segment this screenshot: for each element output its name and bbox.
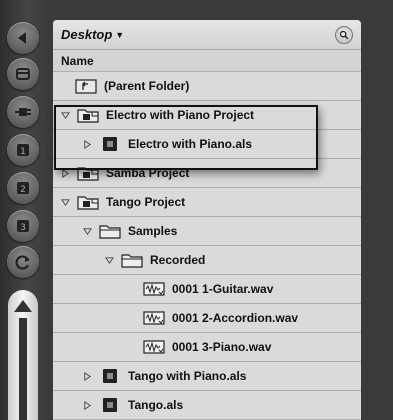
list-item-label: Tango.als [128,398,184,412]
list-item[interactable]: Recorded [53,246,361,275]
location-chooser[interactable]: Desktop [61,27,112,42]
list-item[interactable]: 0001 1-Guitar.wav [53,275,361,304]
project-folder-icon [77,165,99,181]
list-item[interactable]: Tango with Piano.als [53,362,361,391]
list-item-label: Samba Project [106,166,190,180]
collapsed-triangle-icon[interactable] [80,137,94,151]
audio-file-icon [143,310,165,326]
list-item[interactable]: Samba Project [53,159,361,188]
places-2-icon[interactable]: 2 [7,172,39,204]
live-set-icon [99,397,121,413]
expanded-triangle-icon[interactable] [80,224,94,238]
back-icon[interactable] [7,22,39,54]
file-list: (Parent Folder) Electro with Piano Projec… [53,72,361,420]
places-1-icon[interactable]: 1 [7,134,39,166]
expanded-triangle-icon[interactable] [58,195,72,209]
location-bar: Desktop ▼ [53,20,361,50]
list-item-label: Electro with Piano Project [106,108,255,122]
name-column-header[interactable]: Name [53,50,361,72]
refresh-icon[interactable] [7,246,39,278]
project-folder-icon [77,107,99,123]
live-set-icon [99,136,121,152]
list-item-label: 0001 1-Guitar.wav [172,282,274,296]
expanded-triangle-icon[interactable] [102,253,116,267]
list-item-label: (Parent Folder) [104,79,190,93]
list-item-label: Samples [128,224,178,238]
list-item[interactable]: Electro with Piano Project [53,101,361,130]
expanded-triangle-icon[interactable] [58,108,72,122]
list-item-label: Recorded [150,253,206,267]
list-item[interactable]: (Parent Folder) [53,72,361,101]
list-item-label: Electro with Piano.als [128,137,253,151]
plugin-icon[interactable] [7,96,39,128]
parent-folder-icon [75,78,97,94]
list-item[interactable]: Tango.als [53,391,361,420]
places-3-icon[interactable]: 3 [7,210,39,242]
hide-icon[interactable] [7,58,39,90]
list-item-label: 0001 3-Piano.wav [172,340,272,354]
file-browser: Desktop ▼ Name (Parent Folder) Electro wi… [53,20,361,420]
svg-text:3: 3 [20,223,26,233]
list-item-label: Tango with Piano.als [128,369,247,383]
list-item[interactable]: 0001 3-Piano.wav [53,333,361,362]
scroll-up-icon[interactable] [14,300,32,312]
collapsed-triangle-icon[interactable] [58,166,72,180]
svg-text:1: 1 [20,147,26,157]
list-item[interactable]: Tango Project [53,188,361,217]
search-icon[interactable] [335,25,353,44]
svg-text:2: 2 [20,185,26,195]
collapsed-triangle-icon[interactable] [80,369,94,383]
list-item-label: Tango Project [106,195,186,209]
list-item[interactable]: Samples [53,217,361,246]
collapsed-triangle-icon[interactable] [80,398,94,412]
dropdown-arrow-icon[interactable]: ▼ [115,30,124,40]
live-set-icon [99,368,121,384]
list-item[interactable]: Electro with Piano.als [53,130,361,159]
list-item[interactable]: 0001 2-Accordion.wav [53,304,361,333]
audio-file-icon [143,281,165,297]
folder-icon [99,223,121,239]
audio-file-icon [143,339,165,355]
project-folder-icon [77,194,99,210]
folder-icon [121,252,143,268]
list-item-label: 0001 2-Accordion.wav [172,311,299,325]
scroll-thumb[interactable] [19,318,27,420]
